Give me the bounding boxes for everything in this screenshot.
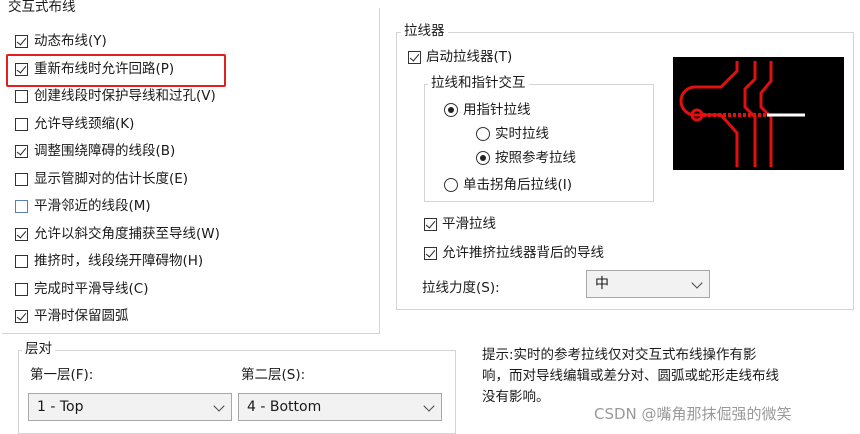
option-checkbox[interactable] (15, 227, 28, 241)
option-label: 平滑邻近的线段(M) (34, 198, 151, 214)
chevron-down-icon (423, 400, 435, 412)
hint-line-3: 没有影响。 (482, 389, 550, 405)
option-checkbox[interactable] (15, 117, 28, 131)
option-label: 允许导线颈缩(K) (34, 115, 135, 132)
layer-pair-group (18, 350, 456, 434)
option-label: 允许以斜交角度捕获至导线(W) (34, 225, 220, 242)
by-reference-radio[interactable] (476, 151, 490, 165)
option-checkbox[interactable] (15, 255, 28, 268)
highlight-box (6, 54, 226, 87)
option-label: 完成时平滑导线(C) (34, 280, 149, 297)
smooth-tugging-label: 平滑拉线 (442, 216, 496, 232)
option-checkbox[interactable] (15, 90, 28, 103)
single-click-label: 单击拐角后拉线(I) (463, 177, 573, 193)
tug-strength-value: 中 (595, 276, 609, 292)
enable-tugger-label: 启动拉线器(T) (426, 49, 513, 65)
allow-push-checkbox[interactable] (424, 247, 437, 260)
option-label: 动态布线(Y) (34, 33, 107, 49)
option-checkbox[interactable] (15, 200, 28, 213)
first-layer-label: 第一层(F): (30, 367, 94, 383)
tugger-preview (673, 57, 844, 170)
option-label: 调整围绕障碍的线段(B) (34, 143, 176, 159)
option-checkbox[interactable] (15, 145, 28, 158)
second-layer-value: 4 - Bottom (247, 399, 322, 415)
option-label: 创建线段时保护导线和过孔(V) (34, 88, 216, 104)
by-reference-label: 按照参考拉线 (495, 150, 576, 166)
realtime-radio[interactable] (476, 127, 490, 141)
allow-push-label: 允许推挤拉线器背后的导线 (442, 245, 604, 261)
smooth-tugging-checkbox[interactable] (424, 218, 437, 231)
first-layer-select[interactable]: 1 - Top (28, 393, 232, 421)
option-checkbox[interactable] (15, 35, 28, 48)
hint-line-1: 提示:实时的参考拉线仅对交互式布线操作有影 (482, 347, 757, 363)
hint-line-2: 响，而对导线编辑或差分对、圆弧或蛇形走线布线 (482, 368, 779, 384)
use-pointer-radio[interactable] (444, 103, 458, 117)
enable-tugger-checkbox[interactable] (408, 51, 421, 64)
watermark: CSDN @嘴角那抹倔强的微笑 (594, 405, 792, 423)
chevron-down-icon (691, 277, 703, 289)
interactive-routing-title: 交互式布线 (8, 0, 76, 15)
realtime-label: 实时拉线 (495, 126, 549, 142)
layer-pair-title: 层对 (22, 340, 55, 358)
pointer-interaction-title: 拉线和指针交互 (428, 74, 529, 92)
single-click-radio[interactable] (444, 178, 458, 192)
tug-strength-select[interactable]: 中 (586, 270, 710, 298)
option-label: 显示管脚对的估计长度(E) (34, 170, 189, 187)
use-pointer-label: 用指针拉线 (463, 102, 531, 118)
first-layer-value: 1 - Top (37, 399, 84, 415)
second-layer-select[interactable]: 4 - Bottom (238, 393, 442, 421)
tug-strength-label: 拉线力度(S): (422, 280, 500, 296)
tugger-title: 拉线器 (401, 22, 448, 40)
option-checkbox[interactable] (15, 310, 28, 323)
option-label: 推挤时，线段绕开障碍物(H) (34, 253, 204, 269)
option-label: 平滑时保留圆弧 (34, 308, 129, 324)
option-checkbox[interactable] (15, 172, 28, 186)
chevron-down-icon (213, 400, 225, 412)
option-checkbox[interactable] (15, 282, 28, 296)
second-layer-label: 第二层(S): (241, 367, 306, 383)
